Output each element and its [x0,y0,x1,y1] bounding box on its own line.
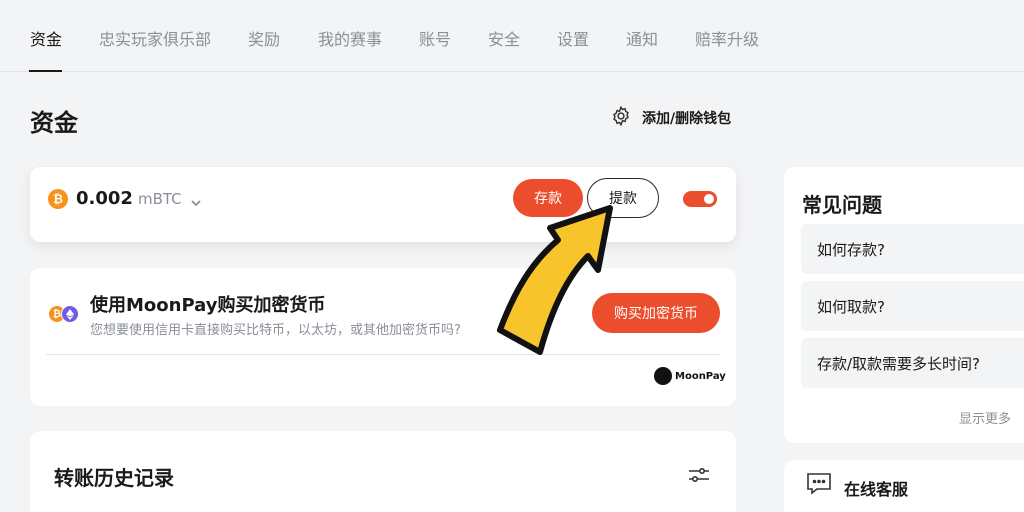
moonpay-logo-text: MoonPay [675,370,726,382]
tab-settings[interactable]: 设置 [557,26,589,50]
wallet-toggle[interactable] [683,191,717,207]
buy-crypto-button[interactable]: 购买加密货币 [592,293,720,333]
page-title: 资金 [30,109,78,137]
balance-card: ₿ 0.002 mBTC 存款 提款 [30,167,736,242]
ethereum-icon [61,305,79,323]
currency-unit-select[interactable]: mBTC [138,190,182,208]
manage-wallets-label: 添加/删除钱包 [642,111,732,127]
moonpay-title: 使用MoonPay购买加密货币 [90,295,326,316]
transfer-history-card: 转账历史记录 [30,431,736,512]
manage-wallets-link[interactable]: 添加/删除钱包 [610,105,732,131]
tab-account[interactable]: 账号 [419,26,451,50]
tab-funds[interactable]: 资金 [30,26,62,50]
faq-title: 常见问题 [802,193,882,217]
toggle-knob [704,194,714,204]
live-support-button[interactable]: 在线客服 [784,460,1024,512]
crypto-coins-icon: ₿ [48,305,82,325]
chat-bubble-icon [806,472,832,500]
transfer-history-title: 转账历史记录 [54,466,174,490]
moonpay-logo: MoonPay [654,367,726,385]
tab-loyalty-club[interactable]: 忠实玩家俱乐部 [99,26,211,50]
tab-security[interactable]: 安全 [488,26,520,50]
moonpay-logo-icon [654,367,672,385]
moonpay-card: ₿ 使用MoonPay购买加密货币 您想要使用信用卡直接购买比特币，以太坊，或其… [30,268,736,406]
gear-icon [610,105,632,131]
tab-rewards[interactable]: 奖励 [248,26,280,50]
funds-page: 资金 忠实玩家俱乐部 奖励 我的赛事 账号 安全 设置 通知 赔率升级 资金 添… [0,0,1024,512]
bitcoin-icon: ₿ [48,189,68,209]
faq-item-label: 如何存款? [817,240,885,259]
active-tab-indicator [29,70,62,72]
filter-icon[interactable] [688,466,710,488]
moonpay-subtitle: 您想要使用信用卡直接购买比特币，以太坊，或其他加密货币吗? [90,323,461,338]
faq-item-how-to-deposit[interactable]: 如何存款? [801,224,1024,274]
faq-item-label: 存款/取款需要多长时间? [817,354,981,373]
faq-item-how-to-withdraw[interactable]: 如何取款? [801,281,1024,331]
withdraw-button[interactable]: 提款 [587,178,659,218]
tab-my-tournaments[interactable]: 我的赛事 [318,26,382,50]
divider [46,354,720,355]
account-tabs: 资金 忠实玩家俱乐部 奖励 我的赛事 账号 安全 设置 通知 赔率升级 [0,0,1024,72]
chevron-down-icon[interactable] [190,193,202,212]
deposit-button[interactable]: 存款 [513,179,583,217]
faq-card: 常见问题 如何存款? 如何取款? 存款/取款需要多长时间? 显示更多 [784,167,1024,443]
live-support-label: 在线客服 [844,480,909,499]
faq-item-processing-time[interactable]: 存款/取款需要多长时间? [801,338,1024,388]
tab-notifications[interactable]: 通知 [626,26,658,50]
tab-odds-boost[interactable]: 赔率升级 [695,26,759,50]
balance-amount: 0.002 [76,188,133,209]
show-more-link[interactable]: 显示更多 [959,408,1011,427]
faq-item-label: 如何取款? [817,297,885,316]
